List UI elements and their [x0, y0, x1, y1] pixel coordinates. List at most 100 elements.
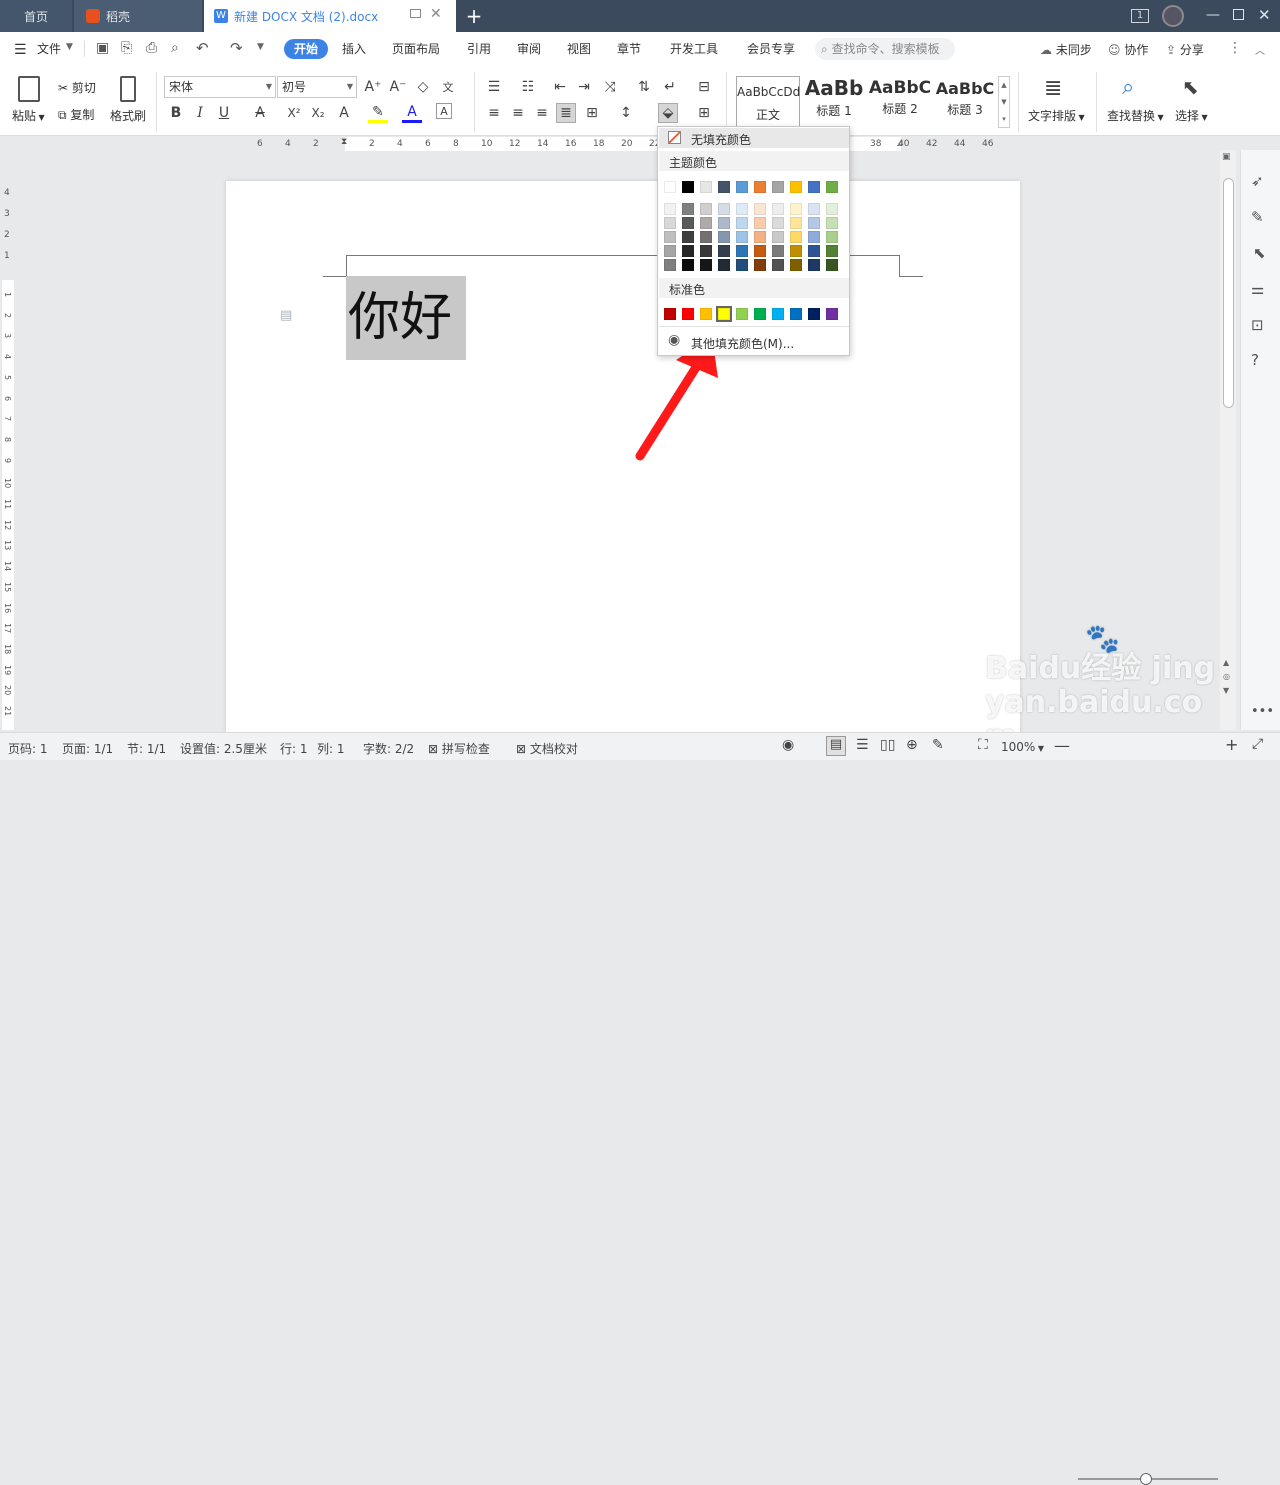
standard-color-swatch[interactable] — [808, 308, 820, 320]
theme-shade-swatch[interactable] — [700, 217, 712, 229]
theme-shade-swatch[interactable] — [790, 217, 802, 229]
theme-color-swatch[interactable] — [772, 181, 784, 193]
outline-view-icon[interactable]: ☰ — [856, 737, 869, 753]
theme-shade-swatch[interactable] — [664, 245, 676, 257]
theme-shade-swatch[interactable] — [826, 231, 838, 243]
borders-icon[interactable]: ⊞ — [694, 103, 714, 123]
tab-member[interactable]: 会员专享 — [747, 39, 795, 59]
inbox-icon[interactable]: ⊡ — [1251, 316, 1264, 334]
tab-developer[interactable]: 开发工具 — [670, 39, 718, 59]
close-window-icon[interactable]: ✕ — [1258, 6, 1271, 24]
style-heading-3[interactable]: AaBbC 标题 3 — [934, 76, 996, 128]
find-replace-button[interactable]: 查找替换 ▼ — [1107, 107, 1164, 124]
standard-color-swatch[interactable] — [716, 306, 732, 322]
theme-shade-swatch[interactable] — [790, 203, 802, 215]
increase-indent-icon[interactable]: ⇥ — [574, 77, 594, 97]
tab-review[interactable]: 审阅 — [517, 39, 541, 59]
theme-shade-swatch[interactable] — [700, 203, 712, 215]
line-spacing-icon[interactable]: ↕ — [616, 103, 636, 123]
theme-shade-swatch[interactable] — [772, 259, 784, 271]
web-view-icon[interactable]: ⊕ — [906, 737, 918, 753]
align-center-icon[interactable]: ≡ — [508, 103, 528, 123]
paragraph-handle-icon[interactable]: ▤ — [280, 308, 292, 323]
hamburger-icon[interactable]: ☰ — [14, 42, 27, 58]
standard-color-swatch[interactable] — [826, 308, 838, 320]
help-icon[interactable]: ? — [1251, 351, 1259, 369]
theme-color-swatch[interactable] — [718, 181, 730, 193]
chevron-down-icon[interactable]: ▼ — [66, 42, 73, 52]
more-icon[interactable]: ⋮ — [1228, 40, 1242, 56]
theme-shade-swatch[interactable] — [808, 203, 820, 215]
pinyin-icon[interactable]: 文 — [438, 77, 458, 97]
no-fill-option[interactable]: 无填充颜色 — [659, 128, 849, 148]
undo-icon[interactable]: ↶ — [196, 39, 209, 57]
theme-shade-swatch[interactable] — [826, 245, 838, 257]
status-row[interactable]: 行: 1 — [280, 740, 308, 757]
theme-shade-swatch[interactable] — [808, 231, 820, 243]
sliders-icon[interactable]: ⚌ — [1251, 280, 1264, 298]
theme-shade-swatch[interactable] — [718, 203, 730, 215]
theme-shade-swatch[interactable] — [790, 231, 802, 243]
theme-shade-swatch[interactable] — [826, 259, 838, 271]
sync-button[interactable]: ☁ 未同步 — [1040, 41, 1092, 58]
more-fill-colors-option[interactable]: ◉ 其他填充颜色(M)... — [659, 332, 849, 352]
theme-shade-swatch[interactable] — [682, 203, 694, 215]
theme-shade-swatch[interactable] — [754, 245, 766, 257]
theme-color-swatch[interactable] — [700, 181, 712, 193]
page-view-icon[interactable]: ▤ — [826, 736, 846, 756]
find-icon[interactable]: ⌕ — [1122, 75, 1134, 100]
selected-text[interactable]: 你好 — [346, 276, 466, 360]
cursor-icon[interactable]: ⬉ — [1182, 75, 1199, 99]
pointer-icon[interactable]: ⬉ — [1253, 244, 1266, 262]
minimize-icon[interactable]: — — [1206, 7, 1220, 23]
theme-color-swatch[interactable] — [826, 181, 838, 193]
theme-shade-swatch[interactable] — [664, 259, 676, 271]
theme-shade-swatch[interactable] — [718, 231, 730, 243]
quick-access-chevron-icon[interactable]: ▼ — [257, 42, 264, 52]
tab-insert[interactable]: 插入 — [342, 39, 366, 59]
theme-shade-swatch[interactable] — [772, 217, 784, 229]
scroll-thumb[interactable] — [1223, 178, 1234, 408]
avatar[interactable] — [1162, 5, 1184, 27]
style-heading-1[interactable]: AaBb 标题 1 — [802, 76, 866, 128]
theme-color-swatch[interactable] — [664, 181, 676, 193]
select-button[interactable]: 选择 ▼ — [1175, 107, 1208, 124]
status-page-number[interactable]: 页码: 1 — [8, 740, 48, 757]
theme-shade-swatch[interactable] — [664, 217, 676, 229]
scroll-top-icon[interactable]: ▣ — [1222, 152, 1231, 162]
close-tab-icon[interactable]: ✕ — [430, 6, 442, 22]
tab-page-layout[interactable]: 页面布局 — [392, 39, 440, 59]
style-normal[interactable]: AaBbCcDd 正文 — [736, 76, 800, 128]
tab-daoke[interactable]: 稻壳 — [74, 0, 202, 32]
format-painter-button[interactable]: 格式刷 — [110, 107, 146, 124]
tab-document[interactable]: W 新建 DOCX 文档 (2).docx ✕ — [204, 0, 456, 32]
search-box[interactable]: ⌕ 查找命令、搜索模板 — [815, 38, 955, 60]
clear-format-icon[interactable]: ◇ — [413, 77, 433, 97]
zoom-select[interactable]: 100% ▼ — [1001, 740, 1044, 754]
bold-icon[interactable]: B — [166, 103, 186, 123]
status-column[interactable]: 列: 1 — [317, 740, 345, 757]
theme-shade-swatch[interactable] — [736, 231, 748, 243]
theme-color-swatch[interactable] — [808, 181, 820, 193]
fit-page-icon[interactable]: ⛶ — [978, 737, 988, 753]
theme-shade-swatch[interactable] — [700, 259, 712, 271]
theme-shade-swatch[interactable] — [664, 203, 676, 215]
theme-color-swatch[interactable] — [736, 181, 748, 193]
tab-start[interactable]: 开始 — [284, 39, 329, 59]
justify-icon[interactable]: ≣ — [556, 103, 576, 123]
font-family-select[interactable]: 宋体 ▼ — [164, 76, 276, 98]
theme-shade-swatch[interactable] — [736, 217, 748, 229]
text-layout-icon[interactable]: ≣ — [1044, 76, 1062, 101]
bullet-list-icon[interactable]: ☰ — [484, 77, 504, 97]
standard-color-swatch[interactable] — [700, 308, 712, 320]
paste-icon[interactable] — [18, 76, 40, 102]
theme-shade-swatch[interactable] — [808, 217, 820, 229]
char-border-icon[interactable]: A — [436, 103, 452, 119]
shading-icon[interactable]: ⬙ — [658, 103, 678, 123]
theme-shade-swatch[interactable] — [754, 259, 766, 271]
export-icon[interactable]: ⎘ — [121, 40, 132, 56]
tab-chapter[interactable]: 章节 — [617, 39, 641, 59]
write-view-icon[interactable]: ✎ — [932, 737, 944, 753]
theme-shade-swatch[interactable] — [790, 259, 802, 271]
theme-shade-swatch[interactable] — [664, 231, 676, 243]
